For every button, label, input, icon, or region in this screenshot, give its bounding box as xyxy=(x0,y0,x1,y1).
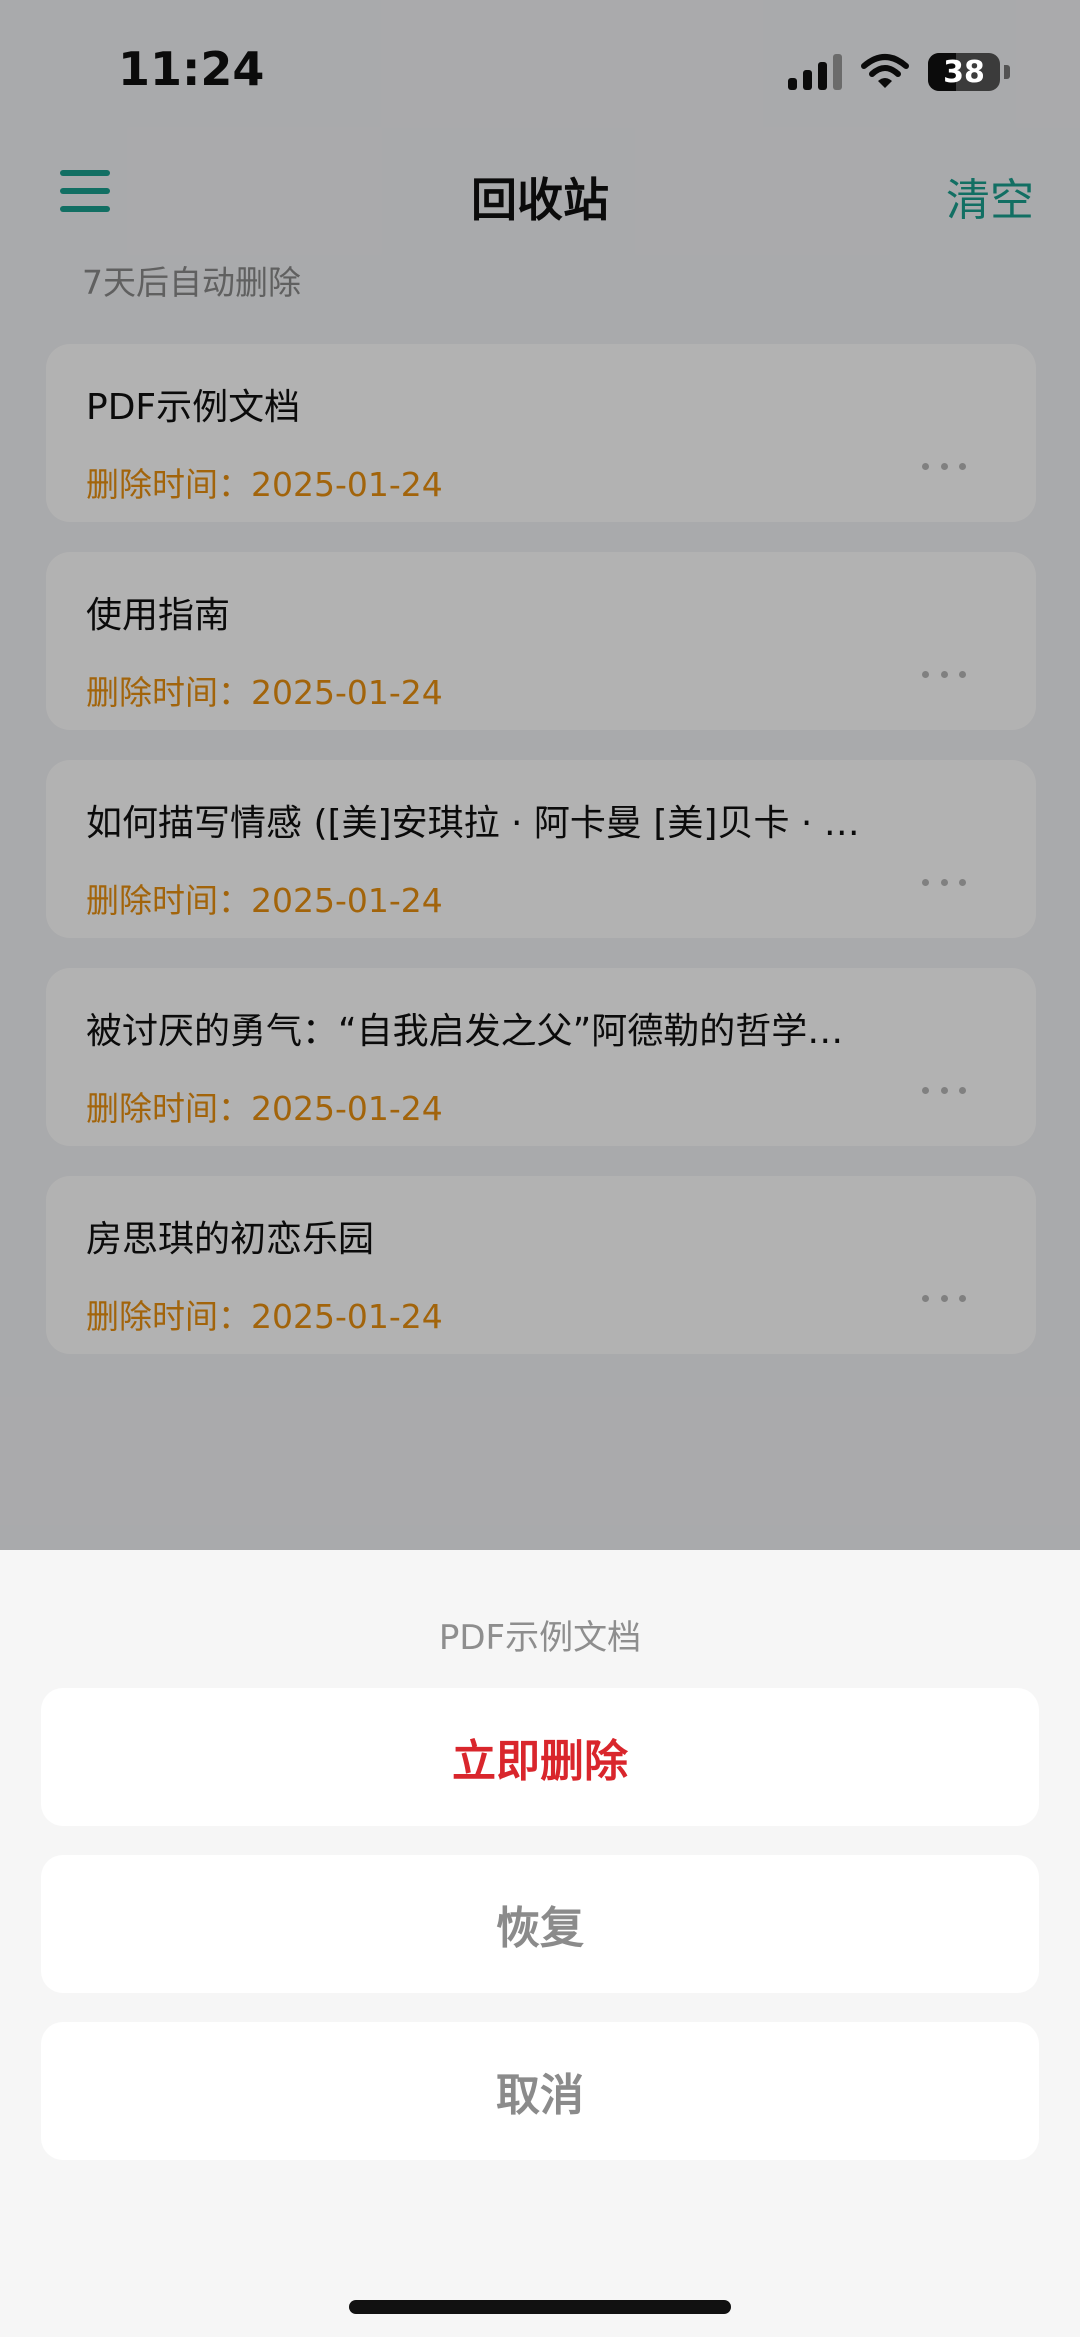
action-sheet: PDF示例文档 立即删除 恢复 取消 xyxy=(0,1550,1080,2337)
action-sheet-title: PDF示例文档 xyxy=(438,1618,642,1658)
cancel-button[interactable]: 取消 xyxy=(41,2022,1039,2160)
home-indicator xyxy=(349,2300,731,2314)
delete-now-button[interactable]: 立即删除 xyxy=(41,1688,1039,1826)
restore-button[interactable]: 恢复 xyxy=(41,1855,1039,1993)
battery-level: 38 xyxy=(943,54,985,90)
